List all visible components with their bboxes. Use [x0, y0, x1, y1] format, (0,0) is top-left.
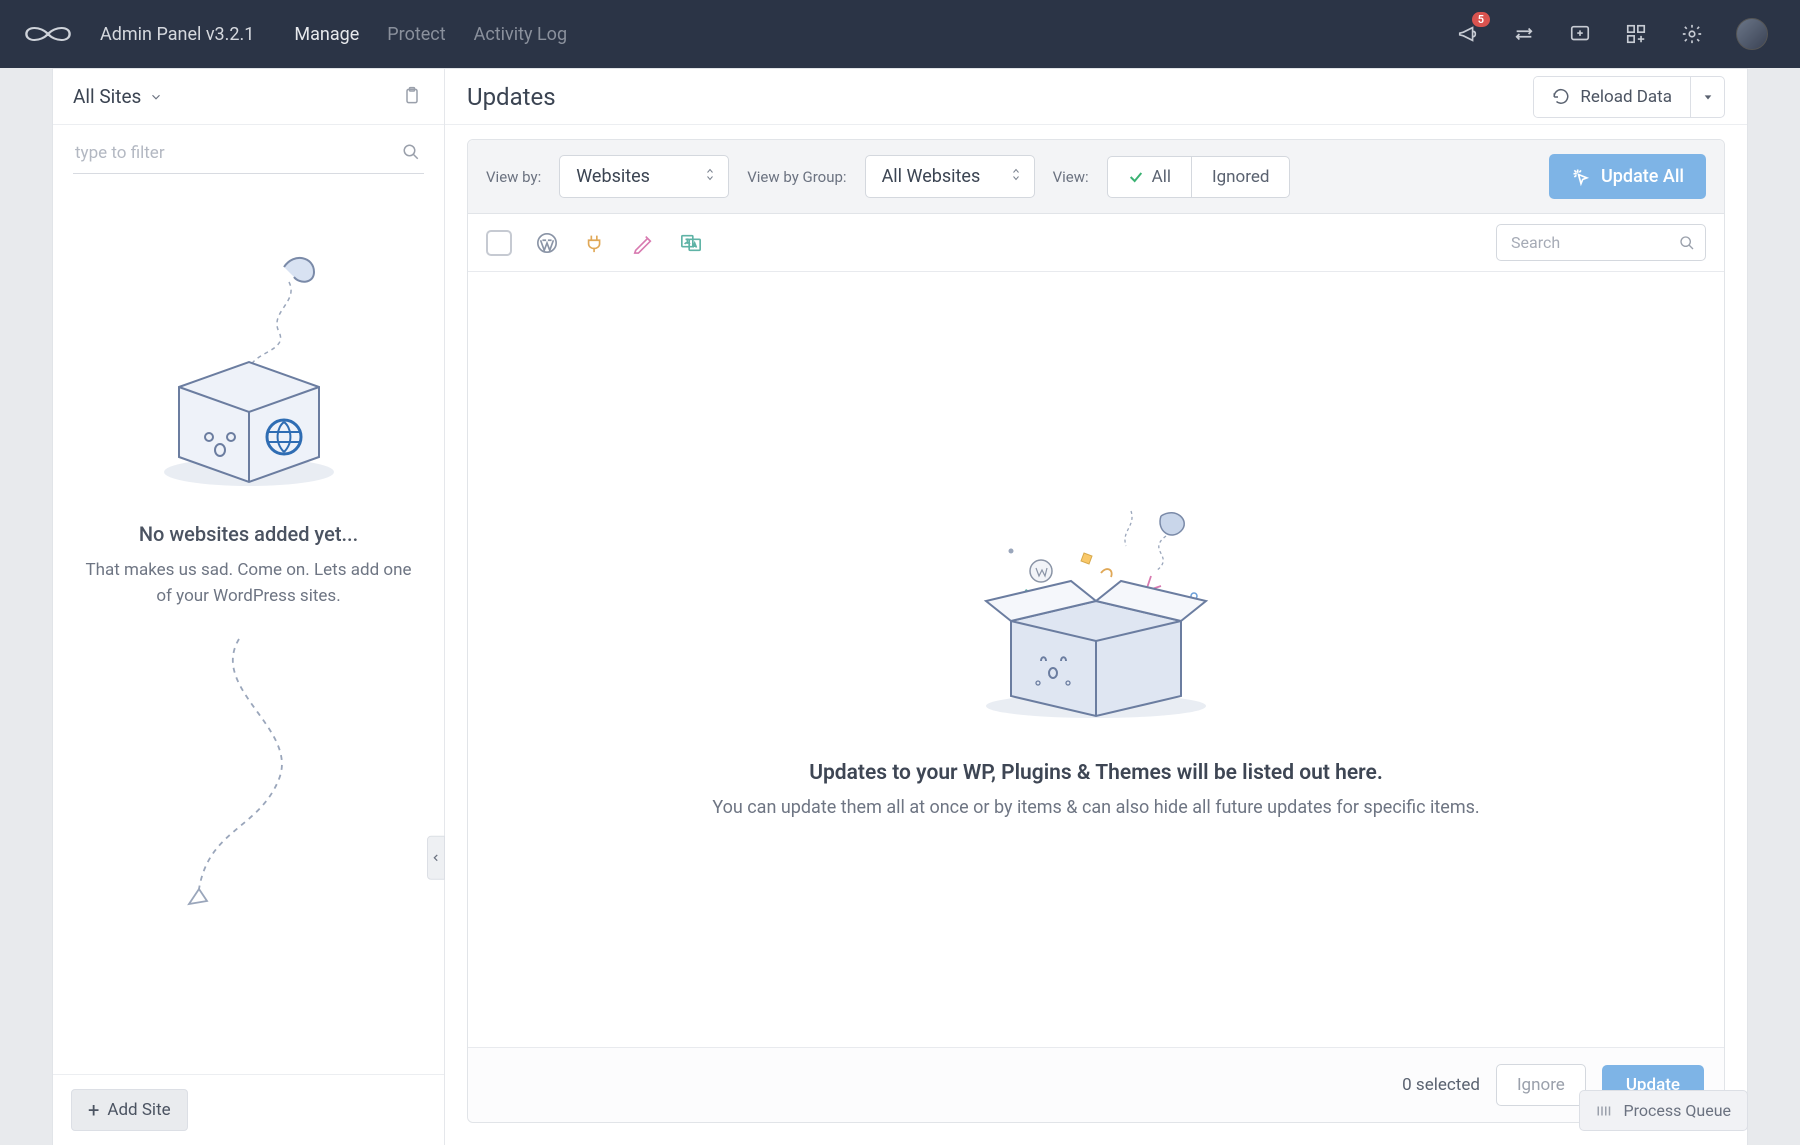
process-queue-button[interactable]: Process Queue: [1579, 1090, 1748, 1131]
sidebar-title-dropdown[interactable]: All Sites: [73, 85, 163, 108]
nav-activity-log[interactable]: Activity Log: [474, 24, 567, 45]
sync-icon[interactable]: [1512, 22, 1536, 46]
segment-all[interactable]: All: [1108, 157, 1191, 197]
toolbar-row: [468, 214, 1724, 272]
main-header: Updates Reload Data: [445, 69, 1747, 125]
main-wrap: All Sites: [52, 68, 1748, 1145]
arrow-illustration: [149, 629, 349, 929]
selected-count: 0 selected: [1402, 1075, 1480, 1095]
search-icon: [1679, 235, 1695, 255]
updates-card: View by: Websites View by Group: All Web…: [467, 139, 1725, 1123]
chevron-left-icon: [431, 851, 441, 865]
sort-icon: [1010, 166, 1022, 187]
clipboard-icon[interactable]: [402, 86, 424, 108]
view-group-select[interactable]: All Websites: [865, 155, 1035, 198]
announcements-icon[interactable]: 5: [1456, 22, 1480, 46]
nav-manage[interactable]: Manage: [294, 24, 359, 45]
plus-icon: +: [88, 1100, 99, 1120]
sidebar-empty-title: No websites added yet...: [139, 522, 358, 546]
top-bar: Admin Panel v3.2.1 Manage Protect Activi…: [0, 0, 1800, 68]
search-box: [1496, 224, 1706, 261]
reload-label: Reload Data: [1580, 87, 1672, 107]
sidebar-filter-input[interactable]: [73, 133, 424, 173]
main-empty-subtitle: You can update them all at once or by it…: [712, 797, 1479, 818]
brand-title: Admin Panel v3.2.1: [100, 24, 254, 45]
sidebar-collapse-handle[interactable]: [427, 836, 445, 880]
view-by-value: Websites: [576, 166, 650, 187]
add-site-button[interactable]: + Add Site: [71, 1089, 188, 1131]
update-all-label: Update All: [1601, 166, 1684, 187]
ignore-button[interactable]: Ignore: [1496, 1064, 1586, 1106]
segment-ignored-label: Ignored: [1212, 167, 1269, 187]
add-site-label: Add Site: [107, 1100, 170, 1120]
sidebar-title-text: All Sites: [73, 85, 141, 108]
search-input[interactable]: [1511, 233, 1669, 252]
reload-dropdown-toggle[interactable]: [1690, 77, 1724, 117]
sidebar-header: All Sites: [53, 69, 444, 125]
open-box-illustration: [946, 501, 1246, 731]
nav-protect[interactable]: Protect: [387, 24, 445, 45]
card-footer: 0 selected Ignore Update: [468, 1047, 1724, 1122]
page-title: Updates: [467, 83, 556, 111]
filter-bar: View by: Websites View by Group: All Web…: [468, 140, 1724, 214]
notification-badge: 5: [1472, 12, 1490, 27]
main-empty-title: Updates to your WP, Plugins & Themes wil…: [809, 761, 1383, 785]
sidebar-empty-state: No websites added yet... That makes us s…: [53, 182, 444, 1074]
main-empty-state: Updates to your WP, Plugins & Themes wil…: [468, 272, 1724, 1047]
process-queue-label: Process Queue: [1624, 1101, 1731, 1120]
empty-box-illustration: [139, 242, 359, 502]
view-group-label: View by Group:: [747, 168, 846, 186]
segment-ignored[interactable]: Ignored: [1191, 157, 1289, 197]
reload-data-button[interactable]: Reload Data: [1534, 77, 1690, 117]
segment-all-label: All: [1152, 167, 1171, 187]
reload-icon: [1552, 88, 1570, 106]
sidebar-filter-row: [53, 125, 444, 182]
caret-down-icon: [1703, 92, 1713, 102]
apps-icon[interactable]: [1624, 22, 1648, 46]
update-all-button[interactable]: Update All: [1549, 154, 1706, 199]
view-by-select[interactable]: Websites: [559, 155, 729, 198]
theme-filter-icon[interactable]: [630, 230, 656, 256]
view-segment: All Ignored: [1107, 156, 1291, 198]
sidebar-footer: + Add Site: [53, 1074, 444, 1145]
view-group-value: All Websites: [882, 166, 981, 187]
pointer-click-icon: [1571, 167, 1591, 187]
message-icon[interactable]: [1568, 22, 1592, 46]
check-icon: [1128, 169, 1144, 185]
select-all-checkbox[interactable]: [486, 230, 512, 256]
queue-icon: [1596, 1104, 1614, 1118]
search-icon: [402, 143, 420, 165]
translation-filter-icon[interactable]: [678, 230, 704, 256]
main-panel: Updates Reload Data View by: Websites: [445, 69, 1747, 1145]
wordpress-filter-icon[interactable]: [534, 230, 560, 256]
top-nav: Manage Protect Activity Log: [294, 24, 567, 45]
sidebar: All Sites: [53, 69, 445, 1145]
view-label: View:: [1053, 168, 1089, 186]
reload-button-group: Reload Data: [1533, 76, 1725, 118]
plugin-filter-icon[interactable]: [582, 230, 608, 256]
chevron-down-icon: [149, 90, 163, 104]
logo-icon: [20, 20, 80, 48]
settings-icon[interactable]: [1680, 22, 1704, 46]
sort-icon: [704, 166, 716, 187]
sidebar-empty-subtitle: That makes us sad. Come on. Lets add one…: [83, 558, 414, 609]
bottom-bar: Process Queue: [1579, 1080, 1748, 1145]
user-avatar[interactable]: [1736, 18, 1768, 50]
top-icon-group: 5: [1456, 18, 1768, 50]
view-by-label: View by:: [486, 168, 541, 186]
